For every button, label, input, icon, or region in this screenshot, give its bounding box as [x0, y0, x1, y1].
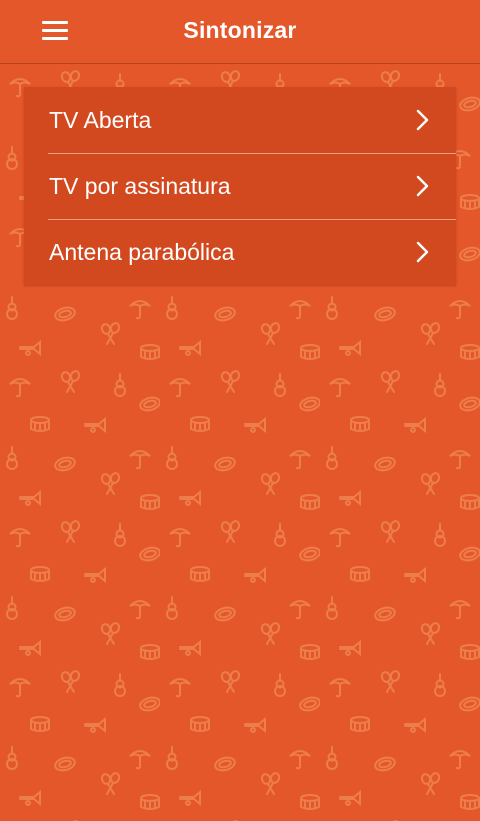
list-item-label: Antena parabólica: [49, 239, 235, 265]
tuning-options-list: TV Aberta TV por assinatura Antena parab…: [24, 87, 456, 285]
chevron-right-icon: [416, 109, 429, 131]
list-item-label: TV por assinatura: [49, 173, 231, 199]
list-item-tv-aberta[interactable]: TV Aberta: [24, 87, 456, 153]
list-item-label: TV Aberta: [49, 107, 152, 133]
chevron-right-icon: [416, 175, 429, 197]
app-header: Sintonizar: [0, 0, 480, 64]
chevron-right-icon: [416, 241, 429, 263]
list-item-antena-parabolica[interactable]: Antena parabólica: [24, 219, 456, 285]
page-title: Sintonizar: [183, 17, 297, 43]
list-item-tv-por-assinatura[interactable]: TV por assinatura: [24, 153, 456, 219]
